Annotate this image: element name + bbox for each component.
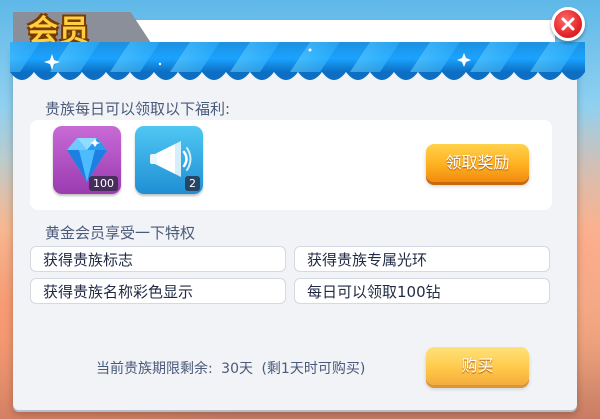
close-button[interactable]	[551, 7, 585, 41]
reward-item-horn[interactable]: 2	[135, 126, 203, 194]
gold-privileges-label: 黄金会员享受一下特权	[45, 224, 196, 242]
close-icon	[561, 17, 575, 31]
diamond-count: 100	[89, 176, 118, 191]
expiry-value: 30天	[221, 361, 253, 377]
expiry-label: 当前贵族期限剩余:	[96, 361, 213, 377]
privilege-item: 获得贵族标志	[30, 246, 286, 272]
expiry-note: (剩1天时可购买)	[261, 361, 366, 377]
horn-count: 2	[185, 176, 200, 191]
daily-rewards-label: 贵族每日可以领取以下福利:	[45, 100, 231, 118]
claim-reward-button[interactable]: 领取奖励	[426, 144, 529, 182]
game-scene: 会员 贵族每日可以领取以下福利: 100 2 领取奖励 黄金会员享受一下特权 获…	[0, 0, 600, 419]
privilege-item: 获得贵族专属光环	[294, 246, 550, 272]
buy-button[interactable]: 购买	[426, 347, 529, 385]
privilege-item: 获得贵族名称彩色显示	[30, 278, 286, 304]
privilege-item: 每日可以领取100钻	[294, 278, 550, 304]
awning-banner	[10, 42, 585, 80]
expiry-text: 当前贵族期限剩余: 30天 (剩1天时可购买)	[96, 358, 369, 378]
reward-item-diamond[interactable]: 100	[53, 126, 121, 194]
